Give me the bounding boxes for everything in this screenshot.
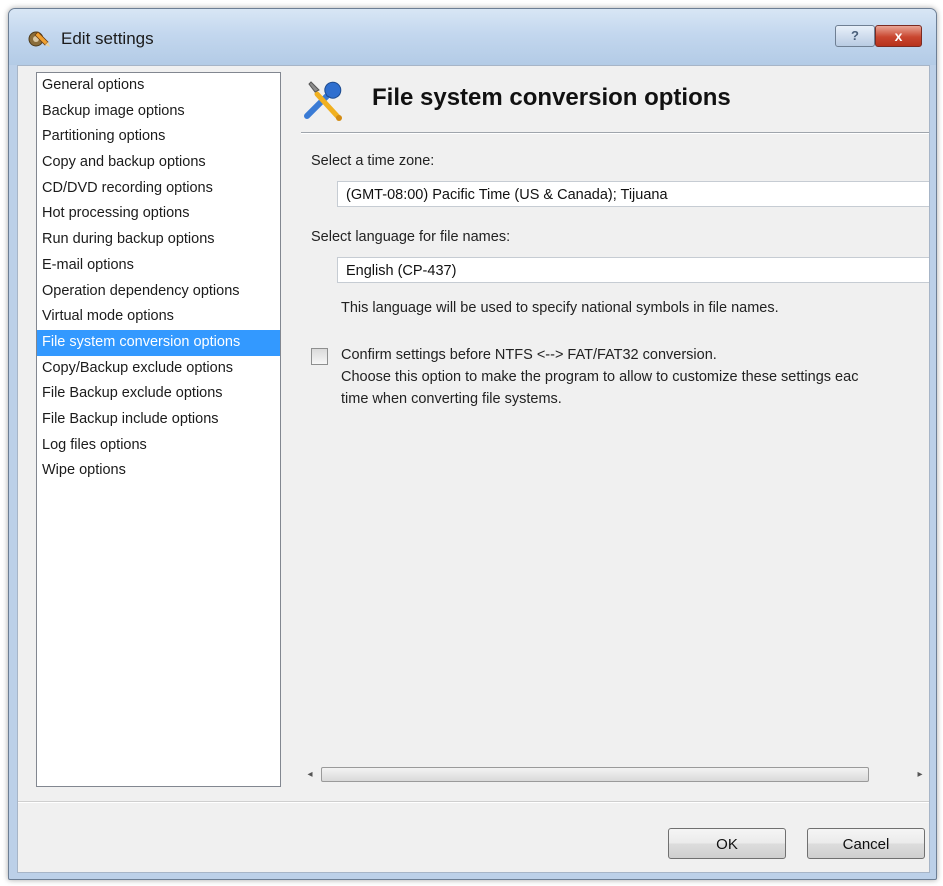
horizontal-scrollbar[interactable]: ◂ ▸ (301, 766, 929, 783)
nav-item-partitioning[interactable]: Partitioning options (37, 124, 280, 150)
settings-pencil-icon (28, 31, 50, 47)
nav-item-copy-backup[interactable]: Copy and backup options (37, 150, 280, 176)
language-hint: This language will be used to specify na… (341, 300, 779, 316)
options-panel: File system conversion options Select a … (297, 66, 929, 801)
scroll-right-arrow-icon[interactable]: ▸ (913, 766, 927, 783)
options-category-list[interactable]: General options Backup image options Par… (36, 72, 281, 787)
scroll-left-arrow-icon[interactable]: ◂ (303, 766, 317, 783)
header-divider (301, 132, 929, 134)
nav-item-run-during-backup[interactable]: Run during backup options (37, 227, 280, 253)
edit-settings-dialog: Edit settings ? x General options Backup… (8, 8, 937, 880)
cancel-button[interactable]: Cancel (807, 828, 925, 859)
timezone-select[interactable]: (GMT-08:00) Pacific Time (US & Canada); … (337, 181, 929, 207)
nav-item-cd-dvd-recording[interactable]: CD/DVD recording options (37, 176, 280, 202)
ok-button[interactable]: OK (668, 828, 786, 859)
nav-item-hot-processing[interactable]: Hot processing options (37, 201, 280, 227)
window-title: Edit settings (61, 29, 154, 48)
dialog-body: General options Backup image options Par… (17, 65, 930, 873)
nav-item-wipe[interactable]: Wipe options (37, 458, 280, 484)
close-button[interactable]: x (875, 25, 922, 47)
wrench-screwdriver-icon (304, 81, 342, 121)
footer-separator (18, 801, 929, 803)
nav-item-backup-image[interactable]: Backup image options (37, 99, 280, 125)
title-bar[interactable]: Edit settings ? x (9, 9, 936, 65)
nav-item-file-system-conversion[interactable]: File system conversion options (37, 329, 280, 356)
confirm-conversion-checkbox[interactable] (311, 348, 328, 365)
language-label: Select language for file names: (311, 229, 511, 245)
confirm-conversion-label[interactable]: Confirm settings before NTFS <--> FAT/FA… (341, 347, 717, 363)
nav-item-log-files[interactable]: Log files options (37, 433, 280, 459)
nav-item-virtual-mode[interactable]: Virtual mode options (37, 304, 280, 330)
confirm-conversion-description-line2: time when converting file systems. (341, 391, 562, 407)
language-select[interactable]: English (CP-437) (337, 257, 929, 283)
nav-item-file-backup-exclude[interactable]: File Backup exclude options (37, 381, 280, 407)
nav-item-general[interactable]: General options (37, 73, 280, 99)
nav-item-copy-backup-exclude[interactable]: Copy/Backup exclude options (37, 356, 280, 382)
nav-item-operation-dependency[interactable]: Operation dependency options (37, 279, 280, 305)
nav-item-file-backup-include[interactable]: File Backup include options (37, 407, 280, 433)
scrollbar-thumb[interactable] (321, 767, 869, 782)
timezone-label: Select a time zone: (311, 153, 435, 169)
nav-item-email[interactable]: E-mail options (37, 253, 280, 279)
help-button[interactable]: ? (835, 25, 875, 47)
panel-title: File system conversion options (372, 84, 731, 111)
confirm-conversion-description-line1: Choose this option to make the program t… (341, 369, 859, 385)
